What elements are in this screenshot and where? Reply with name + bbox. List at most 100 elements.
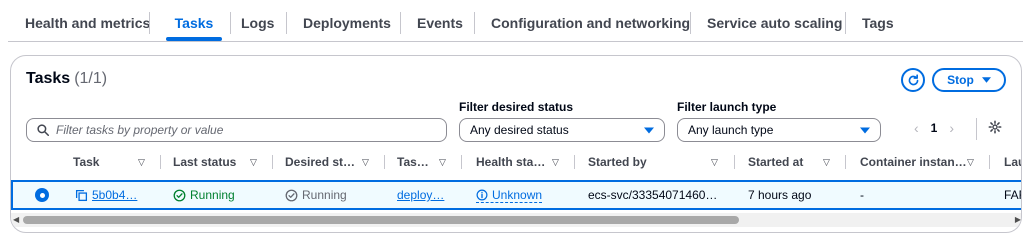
tab-divider — [230, 12, 231, 34]
tab-divider — [400, 12, 401, 34]
sort-icon[interactable]: ▽ — [967, 148, 974, 176]
column-header-health-status[interactable]: Health sta… — [476, 148, 545, 176]
column-divider — [272, 155, 273, 169]
sort-icon[interactable]: ▽ — [138, 148, 145, 176]
pagination: ‹ 1 › — [914, 120, 954, 136]
horizontal-scrollbar[interactable]: ◀ ▶ — [11, 213, 1021, 227]
task-count: (1/1) — [74, 70, 108, 87]
column-header-started-at[interactable]: Started at — [748, 148, 803, 176]
tab-tags[interactable]: Tags — [862, 8, 894, 38]
cell-launch-type: FAR — [1004, 182, 1021, 208]
panel-title-text: Tasks — [26, 70, 71, 87]
last-status-value: Running — [190, 188, 235, 202]
tab-divider — [474, 12, 475, 34]
launch-type-value: Any launch type — [688, 123, 774, 137]
task-id-link[interactable]: 5b0b4… — [92, 182, 137, 208]
sort-icon[interactable]: ▽ — [823, 148, 830, 176]
health-status-popover[interactable]: Unknown — [476, 187, 543, 203]
container-instance-value: - — [860, 188, 864, 202]
search-placeholder: Filter tasks by property or value — [56, 123, 224, 137]
table-header: Task ▽ Last status ▽ Desired st… ▽ Tas… … — [11, 148, 1021, 176]
tab-divider — [286, 12, 287, 34]
launch-type-value: FAR — [1004, 188, 1021, 202]
launch-type-filter-label: Filter launch type — [677, 100, 777, 114]
table-settings-button[interactable] — [988, 120, 1002, 137]
launch-type-select[interactable]: Any launch type — [677, 118, 881, 142]
tab-configuration-and-networking[interactable]: Configuration and networking — [491, 8, 690, 38]
tab-divider — [690, 12, 691, 34]
row-selection-border — [11, 182, 13, 208]
column-divider — [845, 155, 846, 169]
tab-health-and-metrics[interactable]: Health and metrics — [25, 8, 150, 38]
column-header-started-by[interactable]: Started by — [588, 148, 647, 176]
tab-service-auto-scaling[interactable]: Service auto scaling — [707, 8, 842, 38]
scrollbar-thumb[interactable] — [23, 216, 739, 224]
started-at-value: 7 hours ago — [748, 188, 812, 202]
row-select-radio[interactable] — [35, 188, 49, 202]
search-input[interactable]: Filter tasks by property or value — [26, 118, 447, 142]
tasks-panel: Tasks (1/1) Stop Filter desired status Fi… — [10, 55, 1022, 233]
previous-page-icon[interactable]: ‹ — [914, 120, 919, 136]
sort-icon[interactable]: ▽ — [552, 148, 559, 176]
pager-divider — [976, 118, 977, 140]
scroll-right-icon[interactable]: ▶ — [1015, 215, 1021, 224]
column-divider — [384, 155, 385, 169]
caret-down-icon — [644, 127, 654, 133]
info-icon — [476, 189, 488, 200]
task-definition-link[interactable]: deploy… — [397, 182, 444, 208]
column-header-desired-status[interactable]: Desired st… — [285, 148, 355, 176]
current-page-number[interactable]: 1 — [931, 121, 938, 135]
column-divider — [734, 155, 735, 169]
column-header-last-status[interactable]: Last status — [173, 148, 236, 176]
gear-icon — [988, 120, 1002, 134]
check-circle-outline-icon — [285, 189, 298, 201]
desired-status-value: Any desired status — [470, 123, 569, 137]
tab-divider — [845, 12, 846, 34]
radio-dot — [39, 192, 45, 198]
desired-status-value: Running — [302, 188, 347, 202]
sort-icon[interactable]: ▽ — [439, 148, 446, 176]
tab-tasks[interactable]: Tasks — [166, 8, 222, 41]
column-header-task-definition[interactable]: Tas… — [397, 148, 429, 176]
copy-icon[interactable] — [75, 189, 88, 202]
health-status-value: Unknown — [492, 187, 543, 202]
cell-last-status: Running — [173, 182, 235, 208]
panel-title: Tasks (1/1) — [26, 70, 107, 88]
sort-icon[interactable]: ▽ — [711, 148, 718, 176]
cell-health-status: Unknown — [476, 182, 543, 208]
refresh-button[interactable] — [901, 68, 925, 92]
table-row[interactable]: 5b0b4… Running Running deploy… Unknown e… — [11, 180, 1021, 210]
cell-task: 5b0b4… — [75, 182, 137, 208]
column-header-launch-type[interactable]: Lau — [1004, 148, 1021, 176]
column-header-container-instance[interactable]: Container instan… — [860, 148, 967, 176]
desired-status-select[interactable]: Any desired status — [459, 118, 665, 142]
caret-down-icon — [860, 127, 870, 133]
tab-logs[interactable]: Logs — [241, 8, 274, 38]
tab-bar: Health and metrics Tasks Logs Deployment… — [8, 0, 1023, 42]
stop-button-label: Stop — [947, 73, 974, 87]
sort-icon[interactable]: ▽ — [250, 148, 257, 176]
column-divider — [160, 155, 161, 169]
cell-started-at: 7 hours ago — [748, 182, 811, 208]
cell-container-instance: - — [860, 182, 864, 208]
search-icon — [37, 124, 49, 136]
check-circle-icon — [173, 189, 186, 201]
column-divider — [461, 155, 462, 169]
tab-divider — [149, 12, 150, 34]
cell-started-by: ecs-svc/33354071460… — [588, 182, 717, 208]
scroll-left-icon[interactable]: ◀ — [13, 215, 19, 224]
stop-button[interactable]: Stop — [932, 68, 1006, 92]
tab-deployments[interactable]: Deployments — [303, 8, 391, 38]
tab-events[interactable]: Events — [417, 8, 463, 38]
column-divider — [989, 155, 990, 169]
column-divider — [574, 155, 575, 169]
sort-icon[interactable]: ▽ — [362, 148, 369, 176]
refresh-icon — [908, 73, 918, 85]
cell-desired-status: Running — [285, 182, 347, 208]
started-by-value: ecs-svc/33354071460… — [588, 188, 718, 202]
column-header-task[interactable]: Task — [73, 148, 99, 176]
cell-task-definition: deploy… — [397, 182, 444, 208]
desired-status-filter-label: Filter desired status — [459, 100, 574, 114]
caret-down-icon — [981, 77, 991, 83]
next-page-icon[interactable]: › — [949, 120, 954, 136]
